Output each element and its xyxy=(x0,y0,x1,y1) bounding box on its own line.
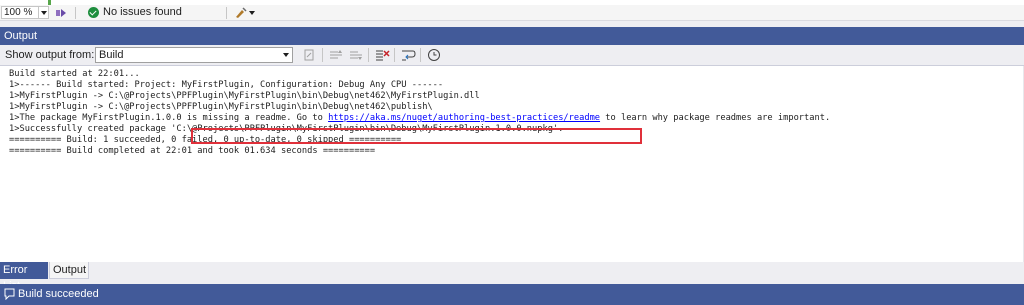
output-panel-title: Output xyxy=(0,27,1024,45)
chevron-down-icon[interactable] xyxy=(280,48,292,62)
output-text-area[interactable]: Build started at 22:01... 1>------ Build… xyxy=(0,65,1024,262)
readme-suffix: to learn why package readmes are importa… xyxy=(600,113,831,123)
tab-error-list[interactable]: Error List xyxy=(0,262,48,292)
code-cleanup-icon[interactable] xyxy=(234,6,256,19)
visual-studio-window: 100 % No issues found Output Show output… xyxy=(0,0,1024,305)
bottom-tool-tabs: Error List Output xyxy=(0,262,1024,292)
clear-all-icon[interactable] xyxy=(374,48,390,62)
clock-icon[interactable] xyxy=(426,48,442,62)
toolbar-separator xyxy=(420,48,421,62)
output-line-readme-warning: 1>The package MyFirstPlugin.1.0.0 is mis… xyxy=(9,113,830,124)
editor-status-strip: 100 % No issues found xyxy=(0,5,1024,21)
toolbar-separator xyxy=(322,48,323,62)
check-circle-icon xyxy=(88,7,99,18)
word-wrap-icon[interactable] xyxy=(400,48,416,62)
readme-link[interactable]: https://aka.ms/nuget/authoring-best-prac… xyxy=(328,113,600,123)
chevron-down-icon[interactable] xyxy=(38,7,48,18)
output-source-value: Build xyxy=(99,49,124,61)
show-output-label: Show output from: xyxy=(5,49,95,61)
next-message-icon[interactable] xyxy=(348,48,364,62)
find-message-icon[interactable] xyxy=(302,48,318,62)
toolbar-separator xyxy=(368,48,369,62)
zoom-value: 100 % xyxy=(4,7,33,18)
toolbar-separator xyxy=(394,48,395,62)
notification-icon[interactable] xyxy=(4,288,15,300)
intellicode-icon[interactable] xyxy=(55,7,67,19)
output-toolbar: Show output from: Build xyxy=(0,45,1024,65)
status-bar: Build succeeded xyxy=(0,284,1024,305)
output-line: 1>------ Build started: Project: MyFirst… xyxy=(9,80,444,90)
output-line: Build started at 22:01... xyxy=(9,69,140,79)
toolbar-separator xyxy=(226,7,227,19)
status-text: Build succeeded xyxy=(18,288,99,300)
package-prefix: 1>Successfully created package xyxy=(9,124,172,134)
toolbar-separator xyxy=(75,7,76,19)
tab-output[interactable]: Output xyxy=(49,262,89,279)
output-line: 1>MyFirstPlugin -> C:\@Projects\PPFPlugi… xyxy=(9,91,480,101)
previous-message-icon[interactable] xyxy=(328,48,344,62)
output-line: ========== Build completed at 22:01 and … xyxy=(9,146,376,156)
package-path-highlight xyxy=(191,128,642,144)
readme-prefix: 1>The package MyFirstPlugin.1.0.0 is mis… xyxy=(9,113,329,123)
output-source-select[interactable]: Build xyxy=(95,47,293,63)
zoom-select[interactable]: 100 % xyxy=(1,6,49,19)
output-line: 1>MyFirstPlugin -> C:\@Projects\PPFPlugi… xyxy=(9,102,433,112)
issues-status[interactable]: No issues found xyxy=(103,6,182,19)
